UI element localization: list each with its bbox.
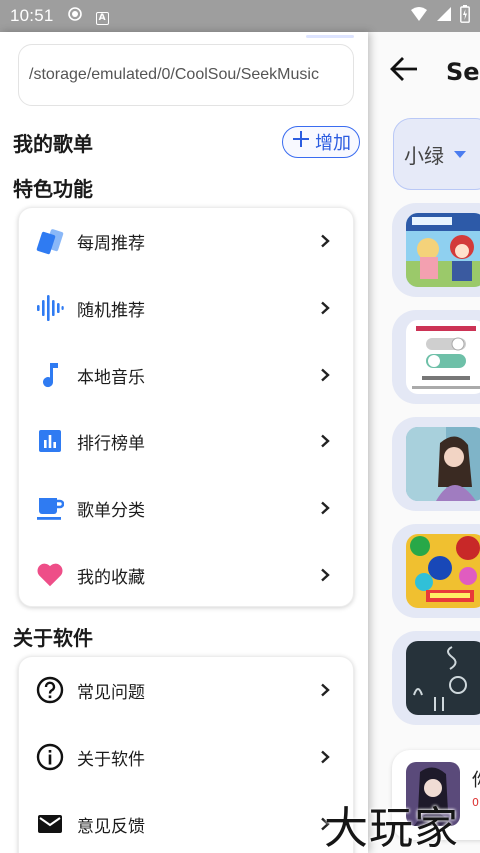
status-bar: 10:51 A (0, 0, 480, 32)
menu-item-local-music[interactable]: 本地音乐 (19, 355, 355, 395)
page-title: Seek (446, 58, 480, 86)
chevron-right-icon (317, 367, 333, 383)
portrait-cover (406, 427, 480, 501)
menu-item-feedback[interactable]: 意见反馈 (19, 804, 355, 844)
menu-item-label: 本地音乐 (77, 367, 145, 388)
playlist-cover-tile[interactable] (392, 631, 480, 725)
my-playlists-title: 我的歌单 (13, 132, 93, 156)
playlist-cover-tile[interactable] (392, 524, 480, 618)
help-circle-icon (36, 676, 64, 704)
menu-item-random[interactable]: 随机推荐 (19, 288, 355, 328)
menu-item-label: 随机推荐 (77, 300, 145, 321)
menu-item-label: 常见问题 (77, 682, 145, 703)
switch-off-cover (406, 320, 480, 394)
menu-item-charts[interactable]: 排行榜单 (19, 421, 355, 461)
status-time: 10:51 (10, 6, 54, 25)
playlist-cover-tile[interactable] (392, 417, 480, 511)
menu-item-label: 每周推荐 (77, 233, 145, 254)
music-note-icon (36, 361, 64, 389)
menu-item-label: 歌单分类 (77, 500, 145, 521)
menu-item-label: 排行榜单 (77, 433, 145, 454)
add-playlist-button[interactable]: 增加 (282, 126, 360, 158)
battery-icon (460, 5, 470, 27)
main-page-background: Seek 小绿 (368, 32, 480, 853)
plus-icon (291, 129, 311, 153)
storage-path-field[interactable]: /storage/emulated/0/CoolSou/SeekMusic (18, 44, 354, 106)
chevron-right-icon (317, 567, 333, 583)
bar-chart-icon (36, 427, 64, 455)
wifi-icon (410, 6, 428, 26)
chevron-right-icon (317, 433, 333, 449)
menu-item-label: 意见反馈 (77, 816, 145, 837)
features-card: 每周推荐 随机推荐 本地音乐 排行榜单 歌单分类 我的收藏 (18, 207, 354, 607)
storage-path-text: /storage/emulated/0/CoolSou/SeekMusic (29, 66, 319, 83)
waveform-icon (36, 294, 64, 322)
coffee-cup-icon (36, 494, 64, 522)
dropdown-arrow-icon (454, 150, 466, 158)
a-icon: A (95, 8, 109, 25)
menu-item-faq[interactable]: 常见问题 (19, 670, 355, 710)
game-cover (406, 534, 480, 608)
chevron-right-icon (317, 749, 333, 765)
target-icon (67, 7, 82, 25)
playlist-cover-tile[interactable] (392, 203, 480, 297)
source-select[interactable]: 小绿 (393, 118, 480, 190)
about-title: 关于软件 (13, 626, 93, 650)
signal-icon (436, 6, 452, 26)
add-playlist-label: 增加 (315, 133, 351, 154)
info-circle-icon (36, 743, 64, 771)
menu-item-categories[interactable]: 歌单分类 (19, 488, 355, 528)
menu-item-label: 关于软件 (77, 749, 145, 770)
drawer-top-handle (306, 35, 354, 38)
navigation-drawer: /storage/emulated/0/CoolSou/SeekMusic 我的… (0, 32, 368, 853)
chevron-right-icon (317, 233, 333, 249)
heart-icon (36, 561, 64, 589)
song-subtitle: 0 (472, 796, 479, 809)
chevron-right-icon (317, 300, 333, 316)
chevron-right-icon (317, 500, 333, 516)
chevron-right-icon (317, 682, 333, 698)
playlist-cover-tile[interactable] (392, 310, 480, 404)
menu-item-label: 我的收藏 (77, 567, 145, 588)
back-arrow-icon[interactable] (390, 56, 418, 86)
menu-item-about[interactable]: 关于软件 (19, 737, 355, 777)
source-select-value: 小绿 (404, 143, 444, 168)
menu-item-favorites[interactable]: 我的收藏 (19, 555, 355, 595)
mail-icon (36, 810, 64, 838)
cards-icon (36, 227, 64, 255)
watermark-logo: 大玩家 (324, 803, 459, 853)
dark-text-cover (406, 641, 480, 715)
menu-item-weekly[interactable]: 每周推荐 (19, 221, 355, 261)
anime-cover (406, 213, 480, 287)
features-title: 特色功能 (13, 177, 93, 201)
song-title: 你 (472, 766, 480, 792)
about-card: 常见问题 关于软件 意见反馈 (18, 656, 354, 853)
